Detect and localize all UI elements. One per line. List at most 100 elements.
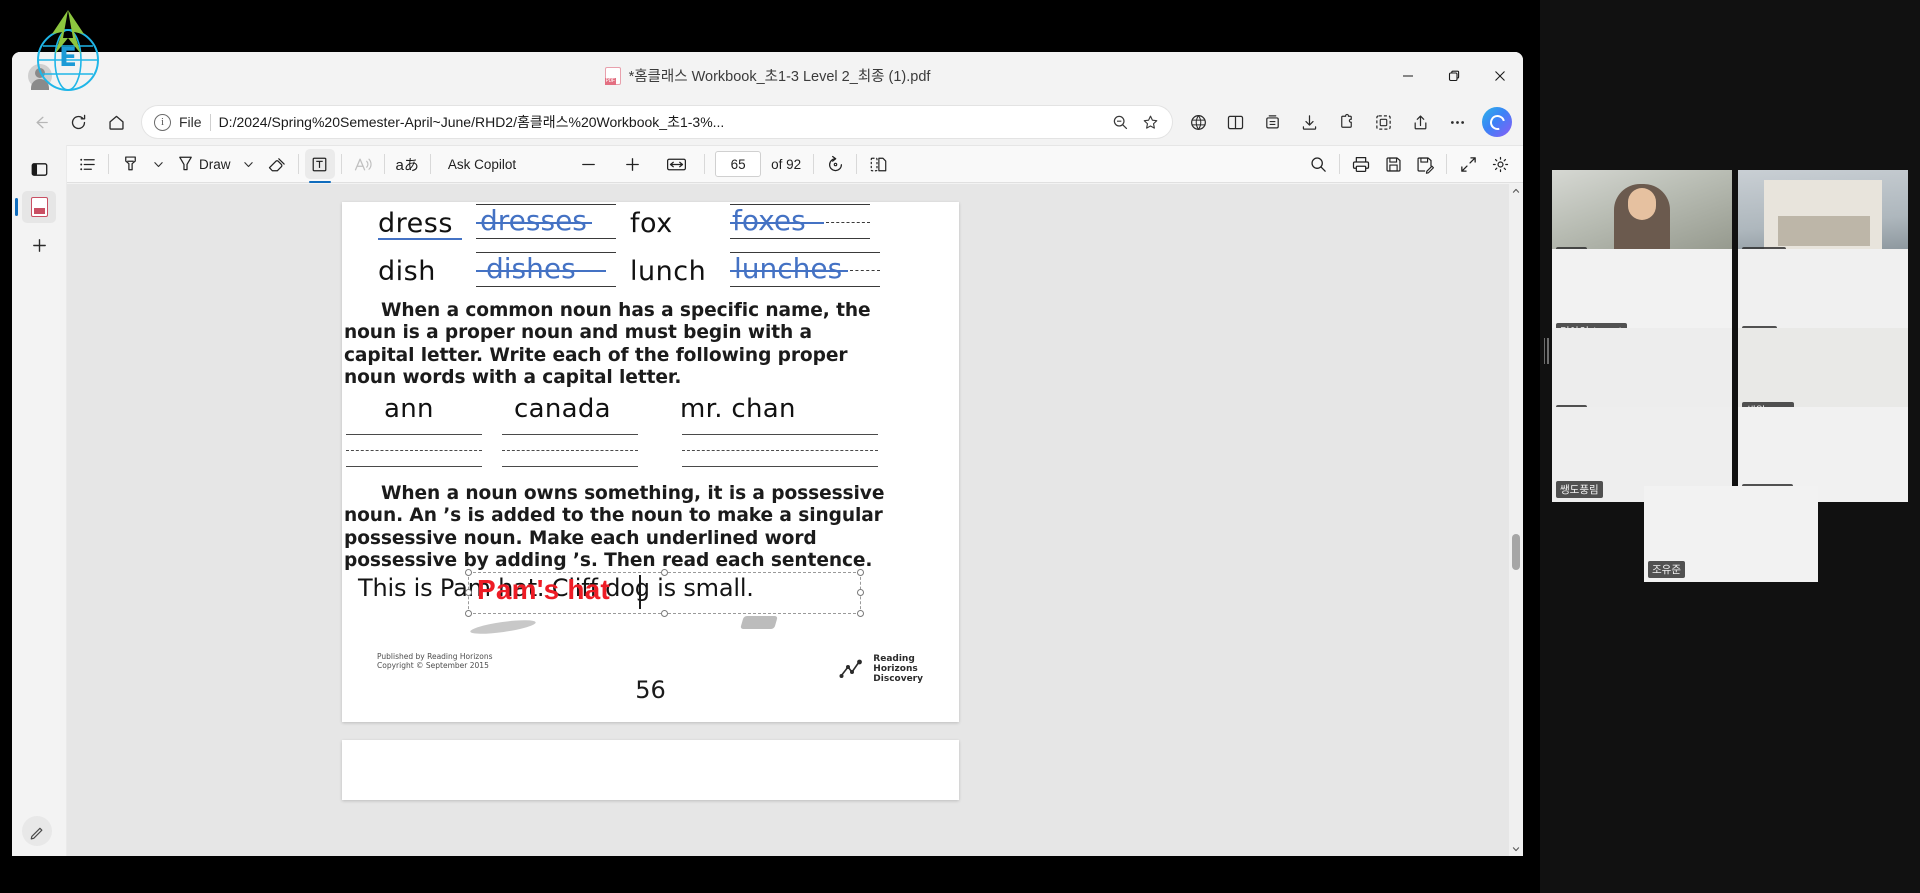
resize-handle[interactable] [660, 610, 668, 617]
pdf-viewer[interactable]: dress dresses fox foxes dish dishes lunc… [67, 184, 1523, 856]
minimize-button[interactable] [1385, 52, 1431, 99]
resize-handle[interactable] [857, 569, 864, 576]
browser-toolbar: i File D:/2024/Spring%20Semester-April~J… [12, 99, 1523, 145]
page-number-input[interactable]: 65 [715, 151, 762, 177]
instruction-paragraph-2: When a noun owns something, it is a poss… [344, 483, 889, 573]
publisher-line-2: Copyright © September 2015 [377, 661, 489, 670]
page-view-icon[interactable] [863, 149, 893, 179]
plural-answer-box: dishes [476, 250, 616, 290]
text-caret [639, 575, 641, 609]
save-icon[interactable] [1378, 149, 1408, 179]
scroll-up-icon[interactable] [1509, 184, 1523, 198]
pdf-document-tab[interactable] [15, 191, 56, 223]
resize-handle[interactable] [857, 589, 864, 596]
resize-handle[interactable] [660, 569, 668, 576]
full-screen-icon[interactable] [1453, 149, 1483, 179]
scroll-down-icon[interactable] [1509, 842, 1523, 856]
video-desk [1778, 216, 1870, 246]
extensions-icon[interactable] [1328, 106, 1364, 138]
print-icon[interactable] [1346, 149, 1376, 179]
resize-handle[interactable] [465, 589, 472, 596]
divider [856, 154, 858, 174]
plural-answer: dishes [486, 252, 576, 285]
close-button[interactable] [1477, 52, 1523, 99]
read-aloud-icon[interactable] [348, 149, 378, 179]
publisher-line-1: Published by Reading Horizons [377, 652, 493, 661]
copilot-button[interactable] [1482, 107, 1512, 137]
pdf-toolbar: Draw aあ Ask Copilot 65 of 92 [12, 145, 1523, 183]
fit-to-width-button[interactable] [661, 149, 692, 179]
ink-underline [378, 238, 462, 240]
add-text-button[interactable] [304, 149, 335, 183]
proper-noun-word: canada [514, 394, 611, 424]
logo-line-1: Reading [873, 654, 915, 664]
new-tab-icon[interactable] [22, 229, 56, 261]
eraser-icon[interactable] [262, 149, 292, 179]
pdf-toolbar-right [1303, 149, 1515, 179]
back-button[interactable] [22, 106, 58, 138]
more-options-icon[interactable] [1439, 106, 1475, 138]
collections-icon[interactable] [1254, 106, 1290, 138]
refresh-button[interactable] [60, 106, 96, 138]
highlighter-icon[interactable] [115, 149, 145, 179]
left-rail [12, 145, 67, 856]
downloads-icon[interactable] [1291, 106, 1327, 138]
divider [429, 154, 431, 174]
panel-drag-handle[interactable] [1541, 330, 1551, 372]
browser-essentials-icon[interactable] [1180, 106, 1216, 138]
pdf-page: dress dresses fox foxes dish dishes lunc… [342, 202, 959, 722]
gear-icon[interactable] [1485, 149, 1515, 179]
save-as-icon[interactable] [1410, 149, 1440, 179]
divider [383, 154, 385, 174]
translate-button[interactable]: aあ [391, 149, 424, 179]
window-title-group: *홈클래스 Workbook_초1-3 Level 2_최종 (1).pdf [12, 52, 1523, 99]
zoom-out-icon[interactable] [1106, 108, 1134, 136]
video-face [1628, 188, 1656, 220]
address-bar[interactable]: i File D:/2024/Spring%20Semester-April~J… [142, 106, 1172, 138]
share-icon[interactable] [1402, 106, 1438, 138]
resize-handle[interactable] [465, 569, 472, 576]
organization-logo-watermark: E [22, 8, 114, 100]
home-button[interactable] [98, 106, 134, 138]
resize-handle[interactable] [465, 610, 472, 617]
rotate-icon[interactable] [820, 149, 850, 179]
plural-answer: dresses [480, 204, 587, 237]
restore-button[interactable] [1431, 52, 1477, 99]
svg-text:E: E [59, 43, 77, 73]
favorite-star-icon[interactable] [1136, 108, 1164, 136]
plural-row: dish [378, 256, 436, 287]
translate-label: aあ [395, 156, 419, 174]
ask-copilot-button[interactable]: Ask Copilot [443, 149, 521, 179]
window-title: *홈클래스 Workbook_초1-3 Level 2_최종 (1).pdf [628, 69, 931, 85]
divider [704, 154, 706, 174]
proper-noun-word: mr. chan [680, 394, 796, 424]
resize-handle[interactable] [857, 610, 864, 617]
pdf-next-page [342, 740, 959, 800]
find-icon[interactable] [1303, 149, 1333, 179]
tab-actions-icon[interactable] [22, 153, 56, 185]
edge-browser-window: *홈클래스 Workbook_초1-3 Level 2_최종 (1).pdf [12, 52, 1523, 856]
writing-line-set [682, 434, 878, 468]
divider [108, 154, 109, 174]
plural-row: lunch [630, 256, 706, 287]
editor-pen-icon[interactable] [22, 816, 52, 846]
zoom-in-button[interactable] [617, 149, 647, 179]
highlighter-chevron-down-icon[interactable] [147, 149, 169, 179]
split-screen-icon[interactable] [1217, 106, 1253, 138]
info-icon[interactable]: i [154, 113, 171, 131]
participant-tile[interactable]: 조유준 [1644, 486, 1818, 582]
logo-line-3: Discovery [873, 674, 923, 684]
scroll-thumb[interactable] [1512, 534, 1520, 570]
draw-chevron-down-icon[interactable] [238, 149, 260, 179]
zoom-out-button[interactable] [573, 149, 603, 179]
table-of-contents-icon[interactable] [72, 149, 102, 179]
text-annotation-box[interactable]: Pam's hat [465, 569, 864, 617]
draw-button[interactable]: Draw [171, 149, 236, 179]
screenshot-icon[interactable] [1365, 106, 1401, 138]
plural-word: fox [630, 208, 673, 239]
proper-noun-word: ann [384, 394, 434, 424]
plural-answer-box: foxes [730, 202, 870, 242]
viewer-scrollbar[interactable] [1509, 184, 1523, 856]
plural-word: dress [378, 208, 453, 239]
divider [813, 154, 815, 174]
